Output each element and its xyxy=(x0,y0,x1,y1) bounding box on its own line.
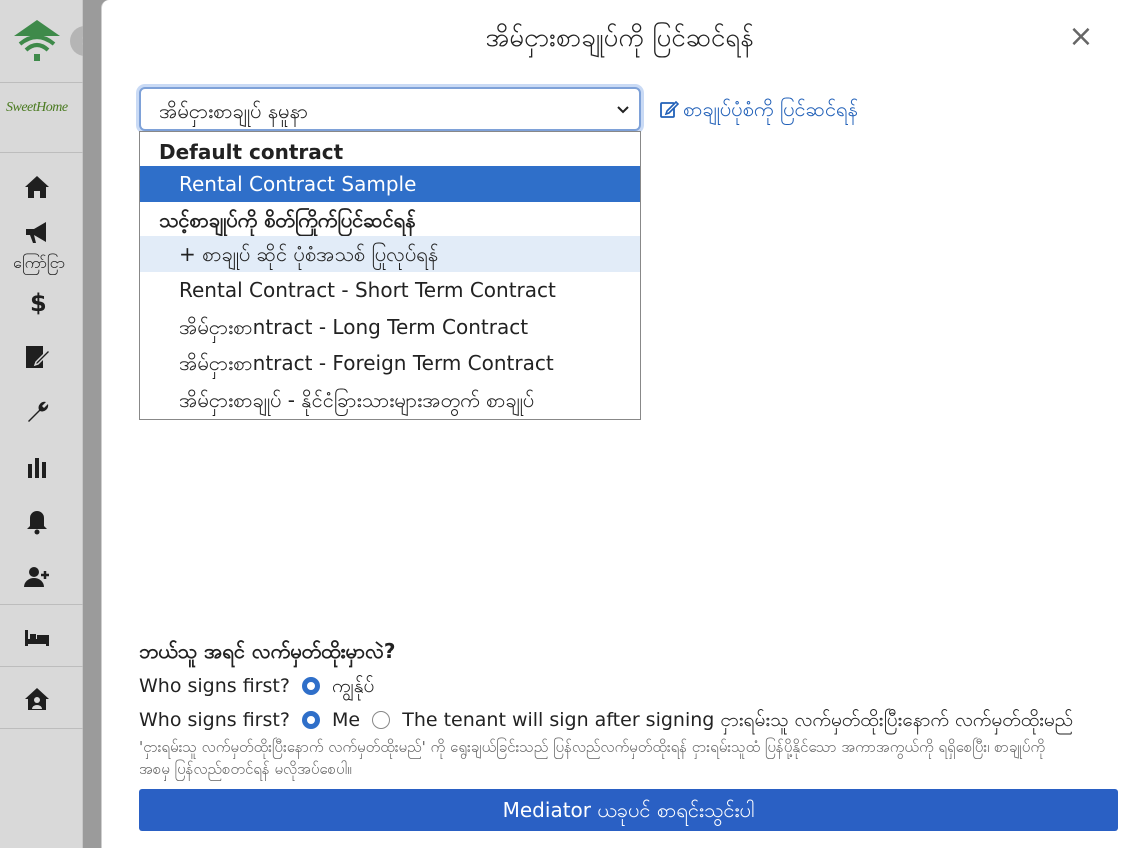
wrench-icon[interactable] xyxy=(22,397,54,427)
divider xyxy=(0,82,83,83)
radio-me[interactable] xyxy=(301,711,320,729)
divider xyxy=(0,152,83,153)
house-user-icon[interactable] xyxy=(22,684,54,714)
option-foreigners-contract[interactable]: အိမ်ငှားစာချုပ် - နိုင်ငံခြားသားများအတွက… xyxy=(140,382,640,418)
edit-contract-modal: အိမ်ငှားစာချုပ်ကို ပြင်ဆင်ရန် × အိမ်ငှား… xyxy=(101,0,1136,848)
sign-order-label: Who signs first? xyxy=(139,675,290,697)
radio-me-label[interactable]: Me xyxy=(332,709,360,731)
optgroup-default: Default contract xyxy=(159,140,344,164)
sign-order-hint: 'ငှားရမ်းသူ လက်မှတ်ထိုးပြီးနောက် လက်မှတ်… xyxy=(139,738,1046,778)
radio-self[interactable] xyxy=(301,677,320,695)
option-rental-contract-sample[interactable]: Rental Contract Sample xyxy=(140,166,640,202)
radio-tenant-after-label[interactable]: The tenant will sign after signing ငှားရ… xyxy=(402,709,1073,731)
edit-contract-template-link[interactable]: စာချုပ်ပုံစံကို ပြင်ဆင်ရန် xyxy=(659,96,858,126)
sidebar-item-announcements-label[interactable]: ကြော်ငြာ xyxy=(4,252,74,276)
contract-select[interactable]: အိမ်ငှားစာချုပ် နမူနာ xyxy=(139,87,641,131)
sign-order-row-2: Who signs first? Me The tenant will sign… xyxy=(139,708,1073,736)
divider xyxy=(0,666,83,667)
dollar-icon[interactable]: $ xyxy=(22,287,54,317)
sign-order-row-1: Who signs first? ကျွန်ုပ် xyxy=(139,674,374,702)
svg-text:$: $ xyxy=(30,289,47,317)
radio-self-label[interactable]: ကျွန်ုပ် xyxy=(332,675,374,697)
optgroup-custom: သင့်စာချုပ်ကို စိတ်ကြိုက်ပြင်ဆင်ရန် xyxy=(159,208,416,232)
bell-icon[interactable] xyxy=(22,507,54,537)
home-icon[interactable] xyxy=(22,172,54,202)
brand-logo: SweetHome xyxy=(6,100,68,115)
contract-dropdown-list: Default contract Rental Contract Sample … xyxy=(139,131,641,420)
who-signs-first-heading: ဘယ်သူ အရင် လက်မှတ်ထိုးမှာလဲ? xyxy=(139,639,396,663)
modal-title: အိမ်ငှားစာချုပ်ကို ပြင်ဆင်ရန် xyxy=(485,23,754,53)
bed-icon[interactable] xyxy=(22,622,54,652)
chevron-down-icon xyxy=(617,106,629,114)
option-short-term[interactable]: Rental Contract - Short Term Contract xyxy=(140,272,640,308)
option-new-template[interactable]: + စာချုပ် ဆိုင် ပုံစံအသစ် ပြုလုပ်ရန် xyxy=(140,236,640,272)
edit-contract-template-label: စာချုပ်ပုံစံကို ပြင်ဆင်ရန် xyxy=(683,97,858,121)
divider xyxy=(0,604,83,605)
add-user-icon[interactable] xyxy=(22,562,54,592)
contract-edit-icon[interactable] xyxy=(22,342,54,372)
option-long-term[interactable]: အိမ်ငှားစာntract - Long Term Contract xyxy=(140,309,640,345)
contract-select-value: အိမ်ငှားစာချုပ် နမူနာ xyxy=(159,99,309,123)
close-icon[interactable]: × xyxy=(1066,22,1096,52)
bar-chart-icon[interactable] xyxy=(22,452,54,482)
sign-order-label: Who signs first? xyxy=(139,709,290,731)
submit-mediator-button[interactable]: Mediator ယခုပင် စာရင်းသွင်းပါ xyxy=(139,789,1118,831)
radio-tenant-after[interactable] xyxy=(372,711,391,729)
edit-icon xyxy=(660,100,679,118)
megaphone-icon[interactable] xyxy=(22,218,54,248)
divider xyxy=(0,728,83,729)
option-foreign-term[interactable]: အိမ်ငှားစာntract - Foreign Term Contract xyxy=(140,345,640,381)
sidebar: › SweetHome ကြော်ငြာ $ xyxy=(0,0,100,848)
home-wifi-logo-icon xyxy=(14,20,60,61)
